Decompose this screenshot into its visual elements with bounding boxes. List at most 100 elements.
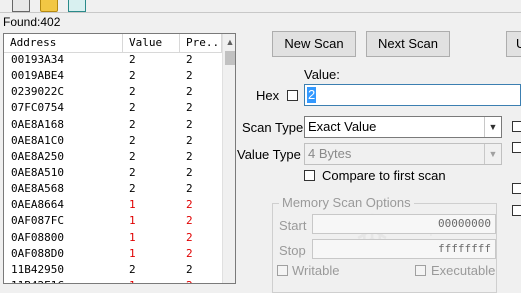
next-scan-button[interactable]: Next Scan	[366, 31, 450, 57]
previous-cell: 2	[186, 182, 193, 196]
address-cell: 0AF088D0	[11, 246, 64, 260]
table-row[interactable]: 11B42950 2 2	[4, 262, 222, 278]
previous-cell: 2	[186, 278, 193, 283]
value-cell: 2	[129, 149, 136, 163]
scroll-thumb[interactable]	[225, 51, 235, 65]
list-scrollbar[interactable]: ▲	[222, 34, 235, 283]
compare-first-checkbox[interactable]	[304, 170, 315, 181]
value-cell: 2	[129, 117, 136, 131]
new-scan-button[interactable]: New Scan	[272, 31, 356, 57]
previous-cell: 2	[186, 101, 193, 115]
stop-label: Stop	[279, 243, 306, 258]
previous-cell: 2	[186, 117, 193, 131]
address-cell: 0AE8A250	[11, 149, 64, 163]
value-cell: 2	[129, 69, 136, 83]
table-row[interactable]: 0AF08800 1 2	[4, 230, 222, 246]
table-row[interactable]: 0AE8A1C0 2 2	[4, 133, 222, 149]
value-cell: 1	[129, 278, 136, 283]
previous-cell: 2	[186, 165, 193, 179]
address-cell: 11B42E1C	[11, 278, 64, 283]
address-cell: 11B42950	[11, 262, 64, 276]
previous-cell: 2	[186, 230, 193, 244]
address-cell: 0AE8A168	[11, 117, 64, 131]
value-type-value: 4 Bytes	[308, 146, 352, 161]
value-cell: 2	[129, 182, 136, 196]
process-select-icon[interactable]	[12, 0, 30, 12]
value-type-label: Value Type	[237, 147, 301, 162]
table-row[interactable]: 0AF087FC 1 2	[4, 213, 222, 229]
table-row[interactable]: 11B42E1C 1 2	[4, 278, 222, 283]
value-type-select[interactable]: 4 Bytes ▼	[304, 143, 502, 165]
address-cell: 0AF08800	[11, 230, 64, 244]
value-cell: 1	[129, 198, 136, 212]
option-checkbox-1[interactable]	[512, 121, 521, 132]
save-icon[interactable]	[68, 0, 86, 12]
start-address-input[interactable]: 00000000	[312, 214, 496, 234]
value-cell: 2	[129, 133, 136, 147]
column-address[interactable]: Address	[4, 34, 123, 52]
previous-cell: 2	[186, 246, 193, 260]
table-row[interactable]: 07FC0754 2 2	[4, 100, 222, 116]
previous-cell: 2	[186, 85, 193, 99]
hex-label: Hex	[256, 88, 280, 103]
chevron-down-icon: ▼	[484, 117, 501, 137]
column-value[interactable]: Value	[123, 34, 180, 52]
value-cell: 2	[129, 53, 136, 66]
value-cell: 1	[129, 214, 136, 228]
executable-label: Executable	[431, 263, 496, 278]
table-row[interactable]: 0239022C 2 2	[4, 84, 222, 100]
table-row[interactable]: 00193A34 2 2	[4, 52, 222, 68]
table-row[interactable]: 0AF088D0 1 2	[4, 246, 222, 262]
table-row[interactable]: 0AE8A168 2 2	[4, 117, 222, 133]
table-row[interactable]: 0AE8A568 2 2	[4, 181, 222, 197]
value-cell: 2	[129, 165, 136, 179]
table-row[interactable]: 0AE8A250 2 2	[4, 149, 222, 165]
value-cell: 2	[129, 85, 136, 99]
results-list[interactable]: Address Value Pre... 00193A34 2 2 0019ABE4 2…	[3, 33, 236, 284]
value-label: Value:	[304, 67, 340, 82]
value-input-text: 2	[307, 87, 317, 103]
option-checkbox-4[interactable]	[512, 205, 521, 216]
scan-type-value: Exact Value	[308, 119, 377, 134]
address-cell: 07FC0754	[11, 101, 64, 115]
previous-cell: 2	[186, 69, 193, 83]
address-cell: 0AE8A1C0	[11, 133, 64, 147]
scan-type-label: Scan Type	[242, 120, 304, 135]
chevron-down-icon: ▼	[484, 144, 501, 164]
previous-cell: 2	[186, 53, 193, 66]
value-input[interactable]: 2	[304, 84, 521, 106]
hex-checkbox[interactable]	[287, 90, 298, 101]
compare-first-label: Compare to first scan	[322, 168, 446, 183]
value-cell: 2	[129, 101, 136, 115]
address-cell: 0AE8A510	[11, 165, 64, 179]
address-cell: 0AEA8664	[11, 198, 64, 212]
found-count: Found:402	[3, 15, 61, 29]
table-row[interactable]: 0AE8A510 2 2	[4, 165, 222, 181]
stop-address-input[interactable]: ffffffff	[312, 239, 496, 259]
open-folder-icon[interactable]	[40, 0, 58, 12]
previous-cell: 2	[186, 149, 193, 163]
table-row[interactable]: 0AEA8664 1 2	[4, 197, 222, 213]
scan-type-select[interactable]: Exact Value ▼	[304, 116, 502, 138]
writable-checkbox[interactable]	[277, 265, 288, 276]
table-row[interactable]: 0019ABE4 2 2	[4, 68, 222, 84]
column-previous[interactable]: Pre...	[180, 34, 222, 52]
address-cell: 0AE8A568	[11, 182, 64, 196]
address-cell: 00193A34	[11, 53, 64, 66]
address-cell: 0239022C	[11, 85, 64, 99]
list-header: Address Value Pre...	[4, 34, 222, 53]
option-checkbox-2[interactable]	[512, 142, 521, 153]
value-cell: 1	[129, 246, 136, 260]
results-rows: 00193A34 2 2 0019ABE4 2 2 0239022C 2 2 07FC0754 2 2…	[4, 52, 222, 283]
scroll-up-icon[interactable]: ▲	[223, 34, 235, 50]
executable-checkbox[interactable]	[415, 265, 426, 276]
previous-cell: 2	[186, 198, 193, 212]
value-cell: 2	[129, 262, 136, 276]
undo-scan-button[interactable]: U	[506, 31, 521, 57]
value-cell: 1	[129, 230, 136, 244]
previous-cell: 2	[186, 133, 193, 147]
option-checkbox-3[interactable]	[512, 183, 521, 194]
start-label: Start	[279, 218, 307, 233]
previous-cell: 2	[186, 214, 193, 228]
address-cell: 0019ABE4	[11, 69, 64, 83]
